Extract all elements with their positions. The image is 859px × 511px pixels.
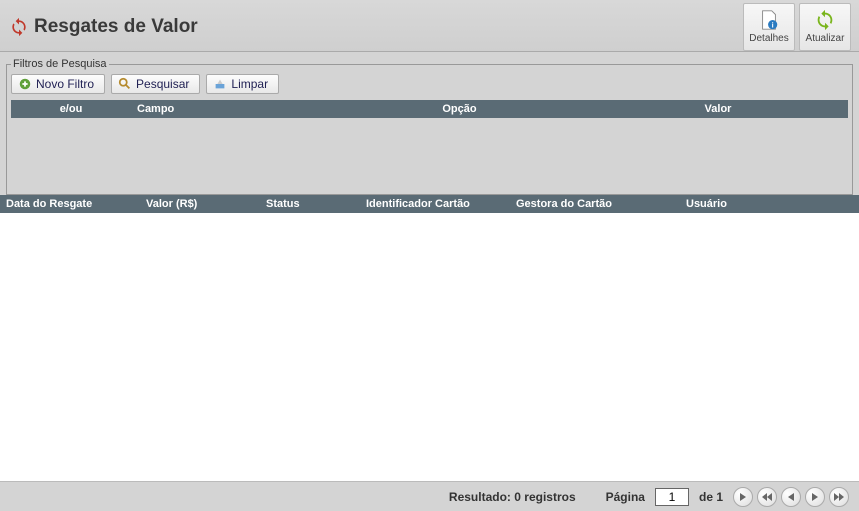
clear-icon	[213, 77, 227, 91]
atualizar-label: Atualizar	[806, 33, 845, 44]
filters-legend: Filtros de Pesquisa	[11, 58, 109, 70]
footer-bar: Resultado: 0 registros Página de 1	[0, 481, 859, 511]
data-col-status[interactable]: Status	[260, 196, 360, 212]
filter-col-opcao[interactable]: Opção	[331, 101, 588, 117]
data-col-usuario[interactable]: Usuário	[680, 196, 859, 212]
data-col-data-resgate[interactable]: Data do Resgate	[0, 196, 140, 212]
novo-filtro-label: Novo Filtro	[36, 77, 94, 91]
prev-page-button[interactable]	[781, 487, 801, 507]
limpar-label: Limpar	[231, 77, 268, 91]
data-col-gestora[interactable]: Gestora do Cartão	[510, 196, 680, 212]
limpar-button[interactable]: Limpar	[206, 74, 279, 94]
data-table: Data do Resgate Valor (R$) Status Identi…	[0, 195, 859, 481]
document-info-icon: i	[757, 9, 781, 31]
plus-icon	[18, 77, 32, 91]
refresh-icon	[812, 9, 838, 31]
filters-fieldset: Filtros de Pesquisa Novo Filtro Pesquisa…	[6, 58, 853, 195]
triangle-right-icon	[811, 493, 819, 501]
search-icon	[118, 77, 132, 91]
filter-columns-header: e/ou Campo Opção Valor	[11, 100, 848, 118]
detalhes-label: Detalhes	[749, 33, 788, 44]
rewind-button[interactable]	[757, 487, 777, 507]
page-of-label: de 1	[699, 490, 723, 504]
double-triangle-right-icon	[834, 493, 844, 501]
page-title: Resgates de Valor	[34, 16, 739, 38]
filter-col-campo[interactable]: Campo	[131, 101, 331, 117]
filter-rows-container	[11, 118, 848, 188]
filters-button-row: Novo Filtro Pesquisar Limpar	[11, 74, 848, 94]
double-triangle-left-icon	[762, 493, 772, 501]
novo-filtro-button[interactable]: Novo Filtro	[11, 74, 105, 94]
page-number-input[interactable]	[655, 488, 689, 506]
svg-text:i: i	[772, 20, 774, 29]
data-col-valor[interactable]: Valor (R$)	[140, 196, 260, 212]
pesquisar-button[interactable]: Pesquisar	[111, 74, 200, 94]
next-page-button[interactable]	[733, 487, 753, 507]
refresh-logo-icon	[8, 16, 30, 38]
triangle-left-icon	[787, 493, 795, 501]
detalhes-button[interactable]: i Detalhes	[743, 3, 795, 51]
result-count: Resultado: 0 registros	[449, 490, 576, 504]
pesquisar-label: Pesquisar	[136, 77, 189, 91]
next-page-button-2[interactable]	[805, 487, 825, 507]
data-columns-header: Data do Resgate Valor (R$) Status Identi…	[0, 195, 859, 213]
fast-forward-button[interactable]	[829, 487, 849, 507]
page-header: Resgates de Valor i Detalhes Atualizar	[0, 0, 859, 52]
data-rows-container	[0, 213, 859, 481]
atualizar-button[interactable]: Atualizar	[799, 3, 851, 51]
pagination-controls	[733, 487, 849, 507]
triangle-right-icon	[739, 493, 747, 501]
filter-col-eou[interactable]: e/ou	[11, 101, 131, 117]
filter-col-valor[interactable]: Valor	[588, 101, 848, 117]
page-label: Página	[606, 490, 645, 504]
data-col-identificador[interactable]: Identificador Cartão	[360, 196, 510, 212]
